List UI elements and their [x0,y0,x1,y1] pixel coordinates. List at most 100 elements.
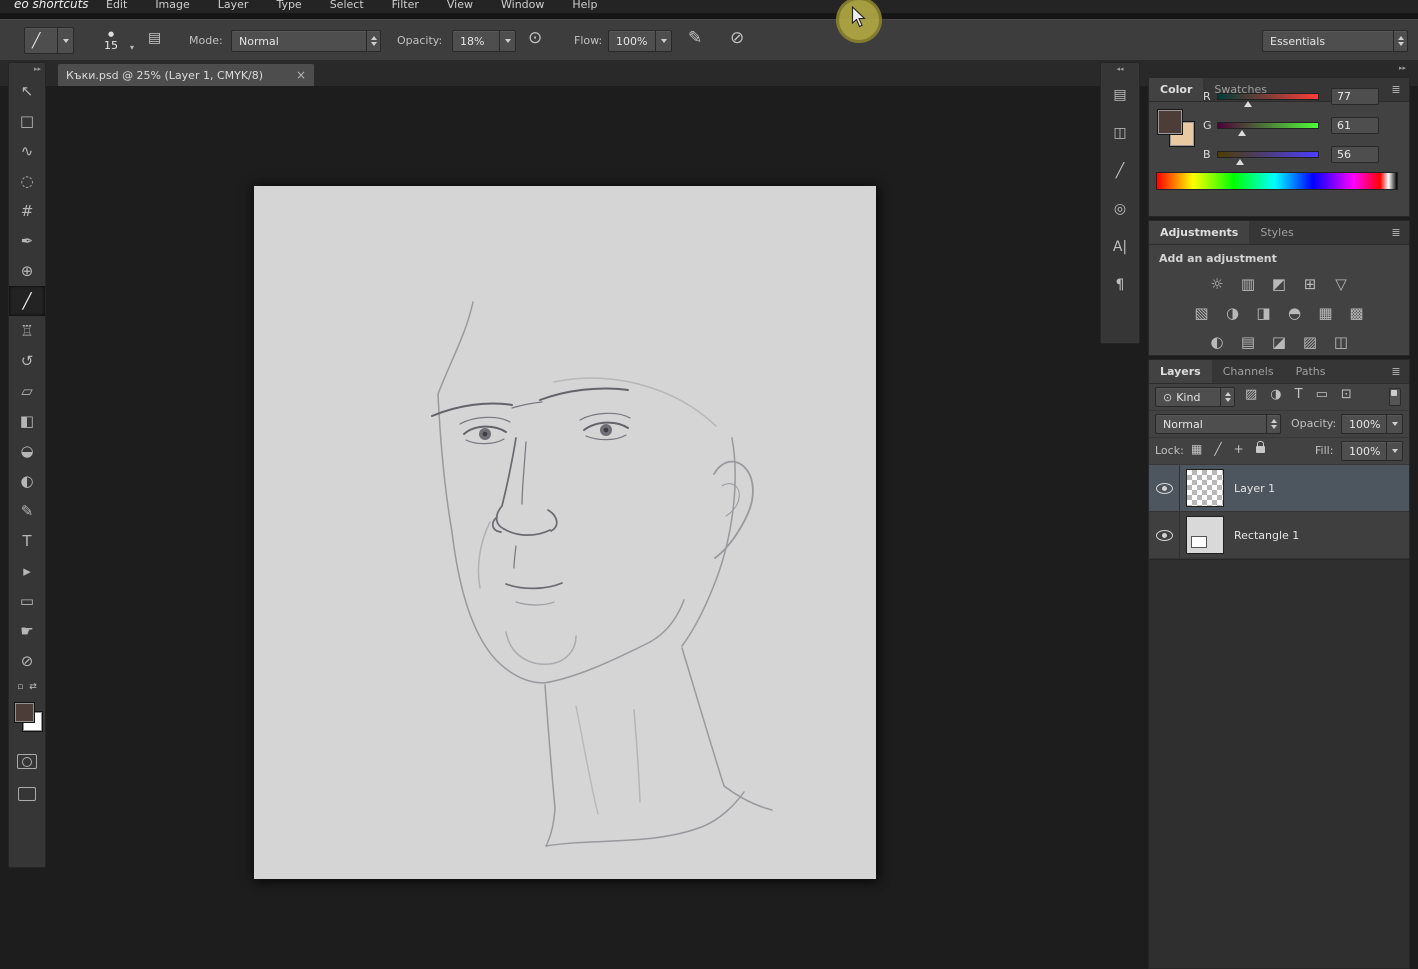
tab-channels[interactable]: Channels [1212,360,1285,383]
brush-size-picker[interactable]: ● 15 ▾ [90,23,132,57]
canvas-area[interactable] [48,86,1096,969]
menu-item-edit[interactable]: Edit [92,0,141,13]
slider-thumb[interactable] [1236,159,1244,165]
smart-object-filter-icon[interactable]: ⊡ [1341,387,1352,402]
lock-all-icon[interactable] [1256,446,1265,453]
photo-filter-adjustment-icon[interactable]: ◓ [1284,304,1306,322]
airbrush-icon[interactable]: ✎ [688,28,702,48]
layer-visibility-toggle[interactable] [1156,530,1173,541]
tab-styles[interactable]: Styles [1249,221,1304,244]
foreground-color-swatch[interactable] [14,702,35,723]
history-panel-icon[interactable]: ▤ [1101,76,1139,114]
blend-mode-select[interactable]: Normal [231,30,381,52]
threshold-adjustment-icon[interactable]: ◪ [1268,333,1290,351]
color-balance-adjustment-icon[interactable]: ◑ [1222,304,1244,322]
spot-healing-brush-tool[interactable]: ⊕ [9,256,45,286]
color-lookup-adjustment-icon[interactable]: ▩ [1346,304,1368,322]
gradient-map-adjustment-icon[interactable]: ▨ [1299,333,1321,351]
zoom-tool[interactable]: ⊘ [9,646,45,676]
type-layer-filter-icon[interactable]: T [1295,387,1303,402]
lock-position-icon[interactable]: + [1234,442,1244,456]
menu-item-filter[interactable]: Filter [378,0,433,13]
menu-item-type[interactable]: Type [262,0,315,13]
slider-thumb[interactable] [1244,101,1252,107]
history-brush-tool[interactable]: ↺ [9,346,45,376]
crop-tool[interactable]: # [9,196,45,226]
foreground-color-swatch[interactable] [1157,109,1183,135]
filtering-toggle[interactable] [1389,388,1401,406]
document-tab[interactable]: Къки.psd @ 25% (Layer 1, CMYK/8) × [57,63,315,86]
channel-value-input[interactable]: 61 [1331,117,1379,134]
slider-thumb[interactable] [1238,130,1246,136]
layer-filter-kind-select[interactable]: ⊙ Kind [1155,387,1235,407]
channel-value-input[interactable]: 56 [1331,146,1379,163]
layers-panel-menu-icon[interactable]: ≣ [1383,360,1409,383]
exposure-adjustment-icon[interactable]: ⊞ [1299,275,1321,293]
tablet-pressure-opacity-icon[interactable]: ⊙ [528,28,542,48]
lasso-tool[interactable]: ∿ [9,136,45,166]
default-colors-icon[interactable]: ▫ [17,682,23,692]
menu-item-select[interactable]: Select [316,0,378,13]
document-canvas[interactable] [254,186,876,879]
gradient-tool[interactable]: ◧ [9,406,45,436]
swap-colors-icon[interactable]: ⇄ [29,682,37,692]
levels-adjustment-icon[interactable]: ▥ [1237,275,1259,293]
brightness-contrast-adjustment-icon[interactable]: ☼ [1206,275,1228,293]
layer-row[interactable]: Layer 1 [1149,465,1409,512]
posterize-adjustment-icon[interactable]: ▤ [1237,333,1259,351]
eraser-tool[interactable]: ▱ [9,376,45,406]
type-tool[interactable]: T [9,526,45,556]
color-spectrum-ramp[interactable] [1156,172,1398,190]
layer-fill-input[interactable]: 100% [1341,441,1403,461]
layer-visibility-toggle[interactable] [1156,483,1173,494]
collapse-dock-icon[interactable]: ▸▸ [1148,62,1410,74]
brush-tool[interactable]: ╱ [9,286,45,316]
pixel-layer-filter-icon[interactable]: ▨ [1245,387,1257,402]
lock-pixels-icon[interactable]: ╱ [1214,442,1221,456]
menu-item-view[interactable]: View [433,0,487,13]
adjustment-layer-filter-icon[interactable]: ◑ [1270,387,1281,402]
workspace-select[interactable]: Essentials [1262,30,1408,52]
menu-item-help[interactable]: Help [558,0,611,13]
layer-thumbnail[interactable] [1186,469,1224,507]
channel-slider-track[interactable] [1217,93,1319,100]
curves-adjustment-icon[interactable]: ◩ [1268,275,1290,293]
adjustments-panel-menu-icon[interactable]: ≣ [1383,221,1409,244]
shape-layer-filter-icon[interactable]: ▭ [1316,387,1328,402]
menu-item-window[interactable]: Window [487,0,558,13]
hand-tool[interactable]: ☛ [9,616,45,646]
hue-saturation-adjustment-icon[interactable]: ▧ [1191,304,1213,322]
blur-tool[interactable]: ◒ [9,436,45,466]
channel-slider-track[interactable] [1217,122,1319,129]
tab-adjustments[interactable]: Adjustments [1149,221,1249,244]
dodge-tool[interactable]: ◐ [9,466,45,496]
tab-paths[interactable]: Paths [1285,360,1337,383]
opacity-input[interactable]: 18% [452,30,516,52]
layer-blend-mode-select[interactable]: Normal [1155,414,1281,434]
tablet-pressure-size-icon[interactable]: ⊘ [730,28,744,48]
move-tool[interactable]: ↖ [9,76,45,106]
menu-item-image[interactable]: Image [141,0,203,13]
quick-selection-tool[interactable]: ◌ [9,166,45,196]
expand-panels-icon[interactable]: ◂◂ [1101,63,1139,76]
menu-item-layer[interactable]: Layer [204,0,263,13]
black-white-adjustment-icon[interactable]: ◨ [1253,304,1275,322]
channel-slider-track[interactable] [1217,151,1319,158]
layer-thumbnail[interactable] [1186,516,1224,554]
path-selection-tool[interactable]: ▸ [9,556,45,586]
paragraph-panel-icon[interactable]: ¶ [1101,266,1139,304]
eyedropper-tool[interactable]: ✒ [9,226,45,256]
rectangular-marquee-tool[interactable]: □ [9,106,45,136]
quick-mask-button[interactable] [17,754,37,769]
tool-preset-picker[interactable]: ╱ [24,27,74,54]
close-tab-icon[interactable]: × [288,68,306,82]
collapse-dock-icon[interactable]: ▸▸ [9,63,45,76]
screen-mode-button[interactable] [18,787,36,801]
channel-value-input[interactable]: 77 [1331,88,1379,105]
clone-stamp-tool[interactable]: ♖ [9,316,45,346]
brush-panel-toggle-button[interactable]: ▤ [148,30,161,46]
layer-opacity-input[interactable]: 100% [1341,414,1403,434]
vibrance-adjustment-icon[interactable]: ▽ [1330,275,1352,293]
clone-source-panel-icon[interactable]: ◎ [1101,190,1139,228]
rectangle-tool[interactable]: ▭ [9,586,45,616]
